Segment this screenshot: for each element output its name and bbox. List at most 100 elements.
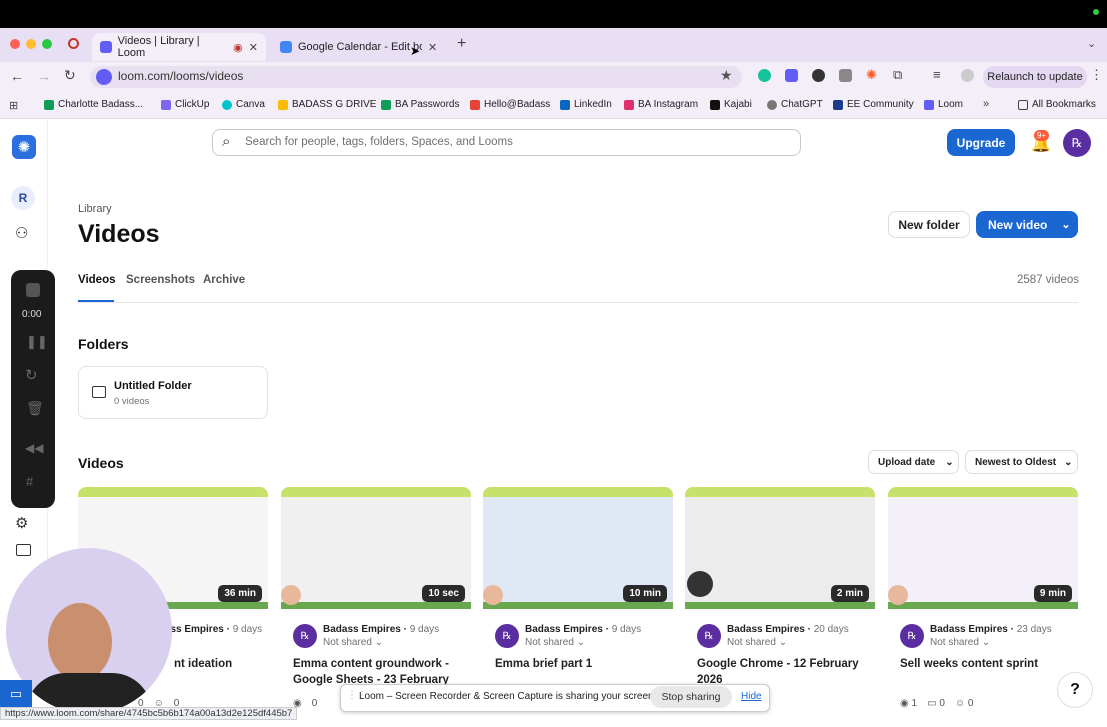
bookmark-item[interactable]: Loom (924, 99, 963, 110)
canva-icon (222, 99, 232, 110)
bookmark-item[interactable]: ChatGPT (767, 99, 823, 110)
loom-favicon-icon (100, 41, 112, 53)
stop-record-icon[interactable] (26, 283, 40, 297)
bookmark-item[interactable]: BA Passwords (381, 99, 459, 110)
more-bookmarks-icon[interactable]: » (983, 98, 989, 110)
breadcrumb[interactable]: Library (78, 203, 112, 215)
share-status[interactable]: Not shared ⌄ (323, 637, 383, 648)
video-card[interactable]: 9 min ℞ Badass Empires · 23 days Not sha… (888, 487, 1078, 727)
minimize-window-icon[interactable] (26, 39, 36, 49)
bookmark-star-icon[interactable]: ★ (720, 67, 733, 84)
user-avatar[interactable]: ℞ (1063, 129, 1091, 157)
forward-icon[interactable]: → (37, 68, 51, 84)
grid-icon[interactable]: # (26, 474, 33, 489)
grammarly-extension-icon[interactable] (758, 69, 771, 82)
tab-google-calendar[interactable]: Google Calendar - Edit book ✕ (272, 33, 448, 61)
apps-grid-icon[interactable]: ⊞ (9, 99, 18, 112)
claude-extension-icon[interactable]: ✺ (866, 67, 877, 83)
sort-date-dropdown[interactable]: Upload date ⌄ (868, 450, 959, 474)
video-age: 9 days (611, 624, 642, 635)
media-controls-icon[interactable]: ≡ (933, 67, 941, 82)
screenshots-icon[interactable] (16, 544, 31, 556)
all-bookmarks[interactable]: All Bookmarks (1018, 99, 1096, 110)
author-name: Badass Empires (525, 624, 603, 635)
help-button[interactable]: ? (1057, 672, 1093, 708)
search-placeholder[interactable]: Search for people, tags, folders, Spaces… (245, 136, 513, 148)
share-status[interactable]: Not shared ⌄ (727, 637, 787, 648)
url-text[interactable]: loom.com/looms/videos (118, 69, 243, 83)
presenter-bubble (888, 585, 908, 605)
bookmark-label: Kajabi (724, 99, 752, 110)
extensions-puzzle-icon[interactable]: ⧉ (893, 67, 902, 83)
tab-screenshots[interactable]: Screenshots (126, 274, 195, 286)
presenter-face (48, 603, 112, 681)
tab-archive[interactable]: Archive (203, 274, 245, 286)
drawing-tool-icon[interactable]: ◀◀ (25, 441, 43, 455)
new-video-button[interactable]: New video ⌄ (976, 211, 1078, 238)
upgrade-button[interactable]: Upgrade (947, 129, 1015, 156)
bookmark-item[interactable]: ClickUp (161, 99, 209, 110)
zoom-window-icon[interactable] (42, 39, 52, 49)
bookmark-item[interactable]: BADASS G DRIVE (278, 99, 376, 110)
author-name: Badass Empires (323, 624, 401, 635)
video-title[interactable]: Emma brief part 1 (495, 656, 665, 672)
chevron-down-icon: ⌄ (1061, 219, 1071, 231)
folder-card[interactable] (78, 366, 268, 419)
close-window-icon[interactable] (10, 39, 20, 49)
author-name: Badass Empires (930, 624, 1008, 635)
status-url: https://www.loom.com/share/4745bc5b6b174… (0, 707, 298, 720)
extension-icon[interactable] (812, 69, 825, 82)
share-status[interactable]: Not shared ⌄ (525, 637, 585, 648)
bookmark-item[interactable]: Charlotte Badass... (44, 99, 143, 110)
add-user-icon[interactable]: ⚇ (15, 224, 28, 242)
stop-sharing-button[interactable]: Stop sharing (650, 686, 732, 708)
restart-icon[interactable]: ↻ (25, 366, 38, 384)
profile-icon[interactable] (961, 69, 974, 82)
workspace-avatar[interactable]: R (11, 186, 35, 210)
tab-search-icon[interactable]: ⌄ (1087, 37, 1096, 50)
settings-gear-icon[interactable]: ⚙ (15, 514, 28, 532)
bookmark-item[interactable]: LinkedIn (560, 99, 612, 110)
sort-order-dropdown[interactable]: Newest to Oldest ⌄ (965, 450, 1078, 474)
relaunch-button[interactable]: Relaunch to update (983, 66, 1087, 88)
folder-icon (1018, 99, 1028, 110)
view-count: 1 (911, 698, 918, 709)
pause-icon[interactable]: ❚❚ (26, 334, 48, 350)
bookmark-label: Hello@Badass (484, 99, 551, 110)
share-status[interactable]: Not shared ⌄ (930, 637, 990, 648)
bookmark-item[interactable]: BA Instagram (624, 99, 698, 110)
close-tab-icon[interactable]: ✕ (428, 41, 437, 54)
extension-icon[interactable] (839, 69, 852, 82)
new-tab-icon[interactable]: + (457, 35, 466, 53)
loom-extension-icon[interactable] (785, 69, 798, 82)
tab-videos[interactable]: Videos (78, 274, 116, 286)
notification-badge: 9+ (1034, 130, 1050, 141)
browser-menu-icon[interactable]: ⋮ (1090, 67, 1103, 83)
bookmark-label: EE Community (847, 99, 914, 110)
bookmark-item[interactable]: Canva (222, 99, 265, 110)
close-tab-icon[interactable]: ✕ (249, 41, 258, 54)
new-folder-button[interactable]: New folder (888, 211, 970, 238)
loom-icon (924, 99, 934, 110)
video-author: Badass Empires · 20 days (727, 624, 849, 635)
hide-link[interactable]: Hide (741, 691, 762, 702)
bookmark-item[interactable]: Kajabi (710, 99, 752, 110)
reload-icon[interactable]: ↻ (64, 67, 76, 84)
loom-logo-icon[interactable]: ✺ (12, 135, 36, 159)
recorder-control-bar (11, 270, 55, 508)
tab-loom-videos[interactable]: Videos | Library | Loom ◉ ✕ (92, 33, 266, 61)
folders-heading: Folders (78, 336, 129, 352)
bookmark-item[interactable]: Hello@Badass (470, 99, 550, 110)
delete-icon[interactable]: 🗑 (26, 400, 44, 417)
camera-toggle-icon[interactable]: ▭ (0, 680, 32, 708)
bookmark-item[interactable]: EE Community (833, 99, 914, 110)
bookmark-label: Canva (236, 99, 265, 110)
video-age: 20 days (813, 624, 849, 635)
back-icon[interactable]: ← (10, 68, 24, 84)
video-title[interactable]: Sell weeks content sprint (900, 656, 1070, 672)
site-info-icon[interactable] (96, 69, 112, 85)
chevron-down-icon: ⌄ (945, 456, 954, 468)
video-count: 2587 videos (1017, 274, 1080, 286)
mouse-cursor-icon: ➤ (410, 44, 421, 58)
recording-dot-icon: ◉ (233, 41, 243, 54)
